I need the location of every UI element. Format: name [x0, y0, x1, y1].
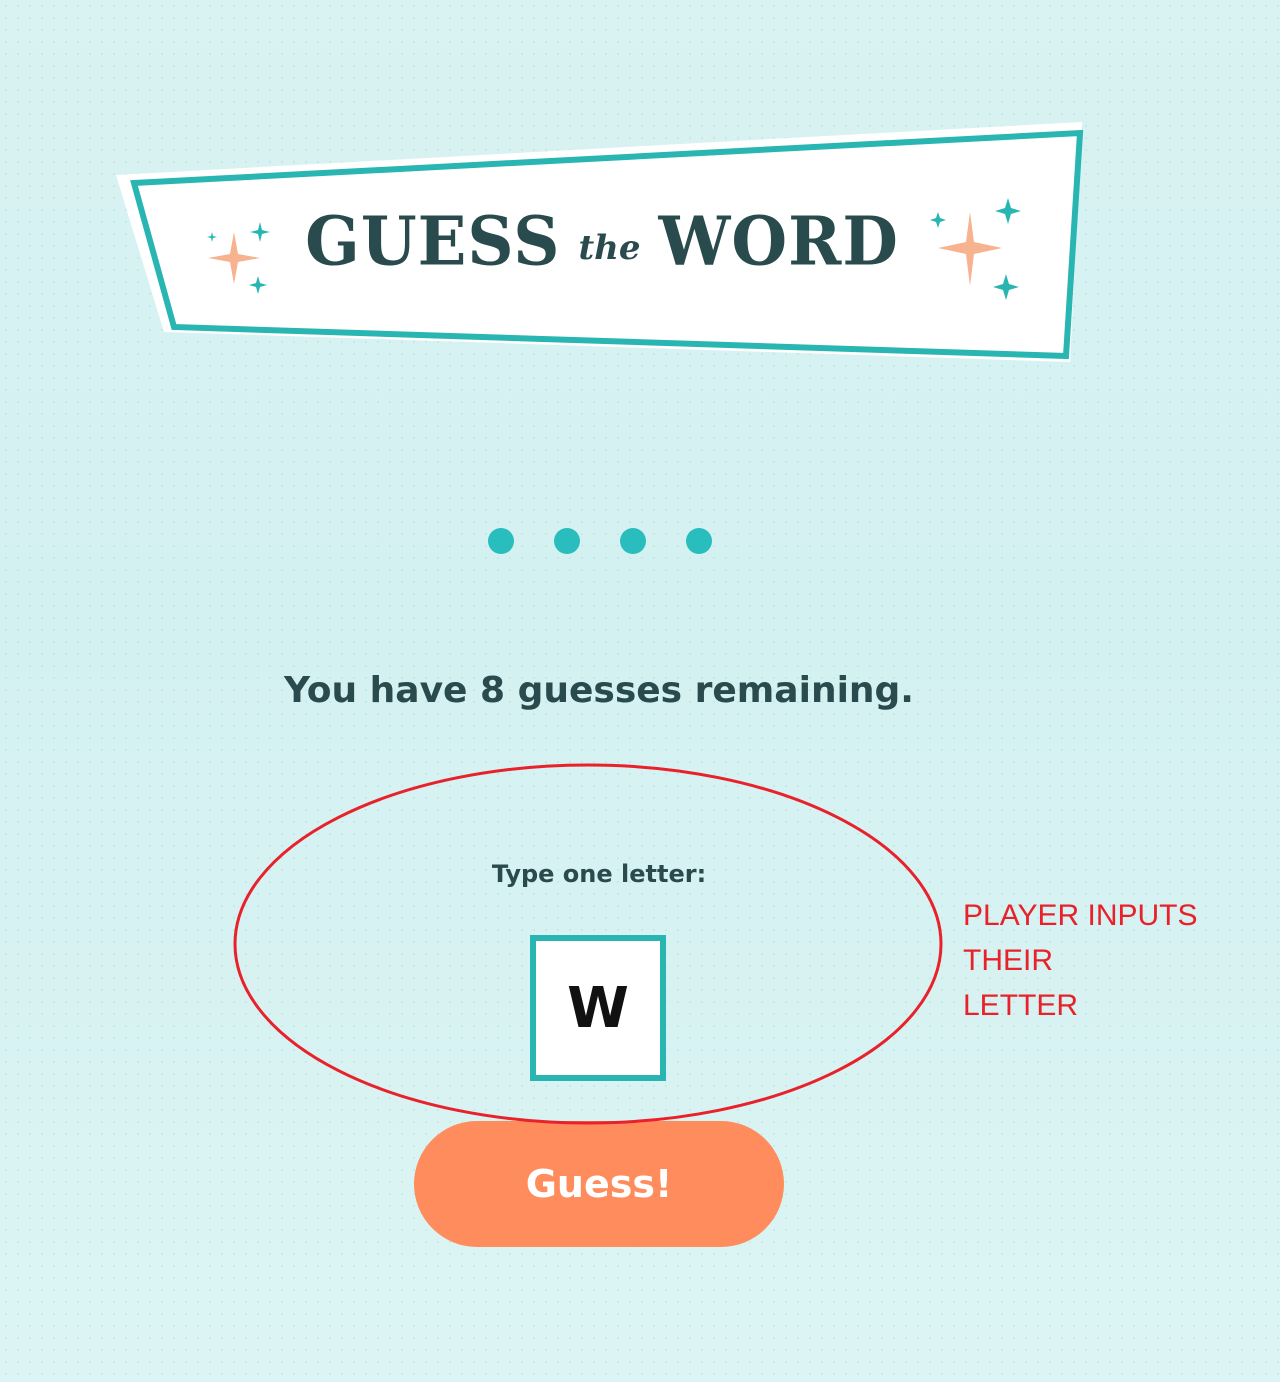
- title-the: the: [578, 228, 641, 268]
- title-word: WORD: [658, 201, 899, 282]
- guess-button[interactable]: Guess!: [414, 1121, 784, 1247]
- title-guess: GUESS: [305, 201, 561, 282]
- annotation-line: LETTER: [963, 989, 1079, 1022]
- hidden-word-dots: ● ● ● ●: [0, 528, 1200, 554]
- hidden-letter-dot: ●: [686, 528, 712, 554]
- title-banner: GUESS the WORD: [112, 120, 1092, 370]
- annotation-text: PLAYER INPUTS THEIR LETTER: [963, 893, 1263, 1028]
- hidden-letter-dot: ●: [554, 528, 580, 554]
- letter-input-label: Type one letter:: [491, 860, 707, 888]
- letter-input[interactable]: [530, 935, 666, 1081]
- page-title: GUESS the WORD: [112, 201, 1092, 282]
- hidden-letter-dot: ●: [488, 528, 514, 554]
- annotation-line: THEIR: [963, 944, 1053, 977]
- remaining-guesses-text: You have 8 guesses remaining.: [284, 670, 914, 711]
- annotation-line: PLAYER INPUTS: [963, 899, 1198, 932]
- hidden-letter-dot: ●: [620, 528, 646, 554]
